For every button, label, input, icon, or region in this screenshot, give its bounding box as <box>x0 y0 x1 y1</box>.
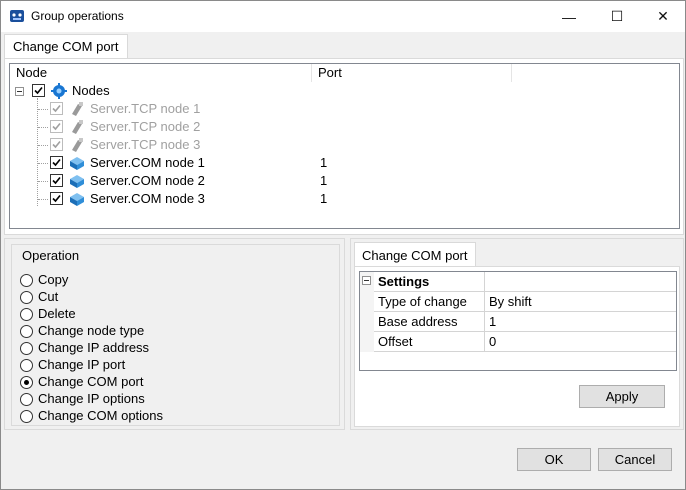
node-port: 1 <box>320 155 328 170</box>
tcp-node-icon <box>72 102 83 116</box>
com-node-icon <box>70 175 84 188</box>
node-checkbox[interactable] <box>50 174 63 187</box>
cancel-button[interactable]: Cancel <box>598 448 672 471</box>
collapse-icon[interactable] <box>362 276 371 285</box>
property-category-row[interactable]: Settings <box>360 272 676 292</box>
com-node-icon <box>70 193 84 206</box>
radio-change-node-type[interactable]: Change node type <box>20 323 270 340</box>
node-label: Server.TCP node 2 <box>90 119 201 134</box>
property-row[interactable]: Type of change By shift <box>360 292 676 312</box>
node-port: 1 <box>320 173 328 188</box>
app-icon <box>10 10 24 22</box>
radio-change-ip-options[interactable]: Change IP options <box>20 391 270 408</box>
settings-body: Settings Type of change By shift Base ad… <box>354 266 680 427</box>
ok-button[interactable]: OK <box>517 448 591 471</box>
minimize-button[interactable]: — <box>546 1 592 32</box>
tcp-node-icon <box>72 120 83 134</box>
tcp-node-icon <box>72 138 83 152</box>
node-tree-frame: Node Port Nodes Server.TCP node 1 Server… <box>4 58 684 235</box>
node-checkbox[interactable] <box>50 120 63 133</box>
node-checkbox[interactable] <box>50 156 63 169</box>
node-checkbox[interactable] <box>50 102 63 115</box>
column-header-node[interactable]: Node <box>10 64 312 82</box>
maximize-button[interactable]: ☐ <box>594 1 640 32</box>
property-name: Type of change <box>374 292 485 312</box>
tree-root-row[interactable]: Nodes <box>10 82 679 100</box>
tree-node-row[interactable]: Server.COM node 3 1 <box>10 190 679 208</box>
node-port: 1 <box>320 191 328 206</box>
tree-node-row[interactable]: Server.COM node 2 1 <box>10 172 679 190</box>
tree-root-label: Nodes <box>72 83 110 98</box>
window-title: Group operations <box>31 9 124 23</box>
root-checkbox[interactable] <box>32 84 45 97</box>
maximize-icon: ☐ <box>610 8 624 24</box>
radio-copy[interactable]: Copy <box>20 272 270 289</box>
apply-button[interactable]: Apply <box>579 385 665 408</box>
operation-group-title: Operation <box>20 248 82 263</box>
com-node-icon <box>70 157 84 170</box>
tab-change-com-port[interactable]: Change COM port <box>4 34 128 59</box>
radio-delete[interactable]: Delete <box>20 306 270 323</box>
node-label: Server.COM node 2 <box>90 173 205 188</box>
radio-change-com-port[interactable]: Change COM port <box>20 374 270 391</box>
radio-change-ip-port[interactable]: Change IP port <box>20 357 270 374</box>
node-label: Server.COM node 3 <box>90 191 205 206</box>
radio-cut[interactable]: Cut <box>20 289 270 306</box>
operation-panel: Operation Copy Cut Delete Change node ty… <box>4 238 345 430</box>
node-checkbox[interactable] <box>50 138 63 151</box>
top-tabstrip: Change COM port <box>3 34 683 59</box>
settings-panel: Change COM port Settings Type of change … <box>350 238 684 430</box>
property-grid[interactable]: Settings Type of change By shift Base ad… <box>359 271 677 371</box>
dialog-footer: OK Cancel <box>1 433 685 489</box>
property-value[interactable]: By shift <box>486 292 532 312</box>
column-header-port[interactable]: Port <box>312 64 512 82</box>
property-row[interactable]: Base address 1 <box>360 312 676 332</box>
radio-change-ip-address[interactable]: Change IP address <box>20 340 270 357</box>
property-name: Base address <box>374 312 485 332</box>
node-label: Server.COM node 1 <box>90 155 205 170</box>
property-value[interactable]: 0 <box>486 332 496 352</box>
minimize-icon: — <box>562 8 576 25</box>
property-category-label: Settings <box>374 272 485 292</box>
property-name: Offset <box>374 332 485 352</box>
tree-node-row[interactable]: Server.COM node 1 1 <box>10 154 679 172</box>
operation-group: Operation Copy Cut Delete Change node ty… <box>11 244 340 426</box>
node-label: Server.TCP node 1 <box>90 101 201 116</box>
title-bar: Group operations — ☐ ✕ <box>1 1 685 32</box>
node-checkbox[interactable] <box>50 192 63 205</box>
radio-change-com-options[interactable]: Change COM options <box>20 408 270 425</box>
tree-node-row[interactable]: Server.TCP node 2 <box>10 118 679 136</box>
property-row[interactable]: Offset 0 <box>360 332 676 352</box>
group-operations-window: Group operations — ☐ ✕ Change COM port N… <box>0 0 686 490</box>
tree-node-row[interactable]: Server.TCP node 1 <box>10 100 679 118</box>
node-tree[interactable]: Node Port Nodes Server.TCP node 1 Server… <box>9 63 680 229</box>
close-icon: ✕ <box>657 8 669 24</box>
nodes-icon <box>51 83 67 99</box>
close-button[interactable]: ✕ <box>640 1 686 32</box>
node-label: Server.TCP node 3 <box>90 137 201 152</box>
tab-change-com-port-settings[interactable]: Change COM port <box>354 242 476 267</box>
property-value[interactable]: 1 <box>486 312 496 332</box>
collapse-icon[interactable] <box>15 87 24 96</box>
tree-node-row[interactable]: Server.TCP node 3 <box>10 136 679 154</box>
